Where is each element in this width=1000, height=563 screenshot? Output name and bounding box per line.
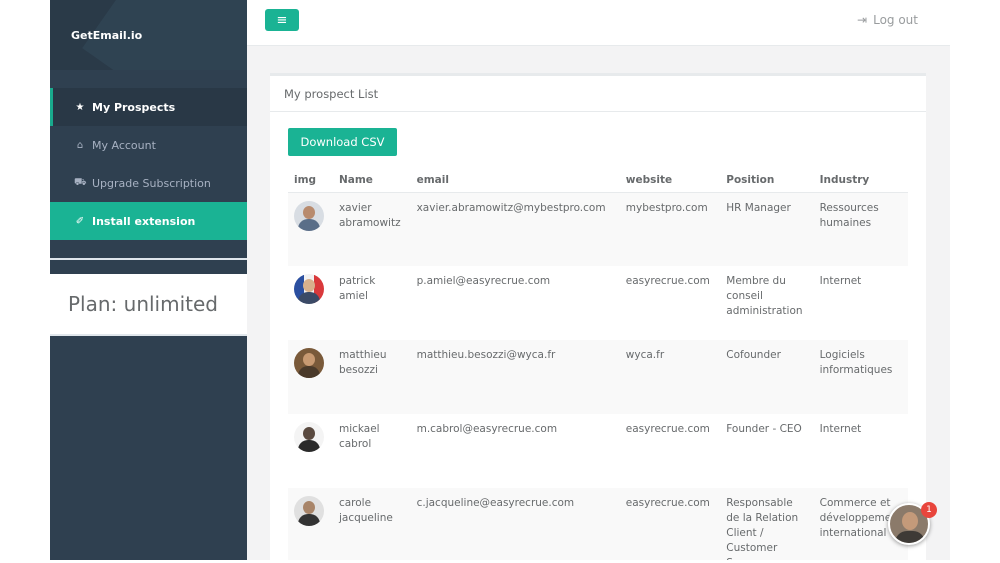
plan-box: Plan: unlimited	[50, 274, 247, 336]
prospect-website: easyrecrue.com	[619, 488, 721, 560]
prospect-email: p.amiel@easyrecrue.com	[416, 275, 551, 287]
column-header-email[interactable]: email	[410, 168, 620, 193]
sidebar-item-install-extension[interactable]: ✐ Install extension	[50, 202, 247, 240]
app-frame: GetEmail.io ★ My Prospects ⌂ My Account …	[50, 0, 950, 560]
panel-title: My prospect List	[270, 76, 926, 112]
prospect-website: wyca.fr	[619, 340, 721, 414]
prospect-industry: Ressources humaines	[813, 192, 908, 266]
table-row[interactable]: matthieu besozzi matthieu.besozzi@wyca.f…	[288, 340, 908, 414]
prospect-industry: Internet	[819, 423, 862, 435]
sign-out-icon: ⇥	[857, 13, 868, 27]
hamburger-icon: ≡	[276, 12, 288, 28]
prospect-position: Cofounder	[720, 340, 814, 414]
prospect-position: Responsable de la Relation Client / Cust…	[720, 488, 814, 560]
top-bar: ≡ ⇥ Log out	[247, 0, 950, 46]
sidebar-item-upgrade-subscription[interactable]: ⛟ Upgrade Subscription	[50, 164, 247, 202]
prospect-position: Membre du conseil administration	[726, 275, 803, 317]
brand-logo[interactable]: GetEmail.io	[50, 0, 247, 70]
prospect-name: matthieu besozzi	[332, 340, 411, 414]
brand-name: GetEmail.io	[71, 28, 143, 42]
table-row[interactable]: carole jacqueline c.jacqueline@easyrecru…	[288, 488, 908, 560]
download-csv-button[interactable]: Download CSV	[288, 128, 397, 156]
sidebar-item-label: Install extension	[92, 214, 196, 228]
chat-avatar-icon	[902, 512, 918, 530]
prospect-email: m.cabrol@easyrecrue.com	[416, 423, 558, 435]
column-header-position[interactable]: Position	[720, 168, 814, 193]
prospect-email: c.jacqueline@easyrecrue.com	[410, 488, 620, 560]
sidebar-divider	[50, 258, 247, 260]
logout-label: Log out	[873, 13, 918, 27]
table-row[interactable]: mickael cabrol m.cabrol@easyrecrue.com e…	[288, 414, 908, 488]
prospect-name: carole jacqueline	[332, 488, 411, 560]
column-header-img[interactable]: img	[288, 168, 333, 193]
prospect-name: patrick amiel	[338, 275, 376, 302]
prospect-list-panel: My prospect List Download CSV img Name e…	[270, 73, 926, 560]
menu-toggle-button[interactable]: ≡	[265, 9, 299, 31]
prospect-email: xavier.abramowitz@mybestpro.com	[410, 192, 620, 266]
prospect-industry: Internet	[819, 275, 862, 287]
column-header-name[interactable]: Name	[332, 168, 411, 193]
avatar	[294, 200, 324, 231]
sidebar-item-label: My Prospects	[92, 100, 176, 114]
logout-link[interactable]: ⇥ Log out	[857, 13, 918, 27]
table-row[interactable]: xavier abramowitz xavier.abramowitz@mybe…	[288, 192, 908, 266]
column-header-website[interactable]: website	[619, 168, 721, 193]
plan-label: Plan: unlimited	[68, 292, 218, 316]
prospect-industry: Logiciels informatiques	[813, 340, 908, 414]
avatar	[294, 274, 324, 304]
magic-wand-icon: ✐	[75, 215, 85, 227]
sidebar-item-label: Upgrade Subscription	[92, 176, 211, 190]
cart-icon: ⛟	[74, 176, 87, 188]
prospect-name: mickael cabrol	[338, 423, 380, 450]
prospect-email: matthieu.besozzi@wyca.fr	[410, 340, 620, 414]
star-icon: ★	[75, 101, 85, 113]
chat-avatar-body	[895, 531, 925, 543]
prospect-website: easyrecrue.com	[625, 275, 710, 287]
column-header-industry[interactable]: Industry	[813, 168, 908, 193]
sidebar-item-my-prospects[interactable]: ★ My Prospects	[50, 88, 247, 126]
home-icon: ⌂	[76, 139, 84, 151]
sidebar-item-my-account[interactable]: ⌂ My Account	[50, 126, 247, 164]
prospect-name: xavier abramowitz	[332, 192, 411, 266]
sidebar-item-label: My Account	[92, 138, 156, 152]
avatar	[294, 496, 324, 526]
prospect-website: easyrecrue.com	[625, 423, 710, 435]
chat-notification-badge: 1	[921, 502, 937, 518]
prospect-table: img Name email website Position Industry…	[288, 168, 908, 560]
prospect-position: HR Manager	[720, 192, 814, 266]
avatar	[294, 422, 324, 452]
prospect-position: Founder - CEO	[726, 423, 802, 435]
sidebar: GetEmail.io ★ My Prospects ⌂ My Account …	[50, 0, 247, 560]
avatar	[294, 348, 324, 378]
prospect-website: mybestpro.com	[619, 192, 721, 266]
table-header-row: img Name email website Position Industry	[288, 168, 908, 193]
table-row[interactable]: patrick amiel p.amiel@easyrecrue.com eas…	[288, 266, 908, 340]
